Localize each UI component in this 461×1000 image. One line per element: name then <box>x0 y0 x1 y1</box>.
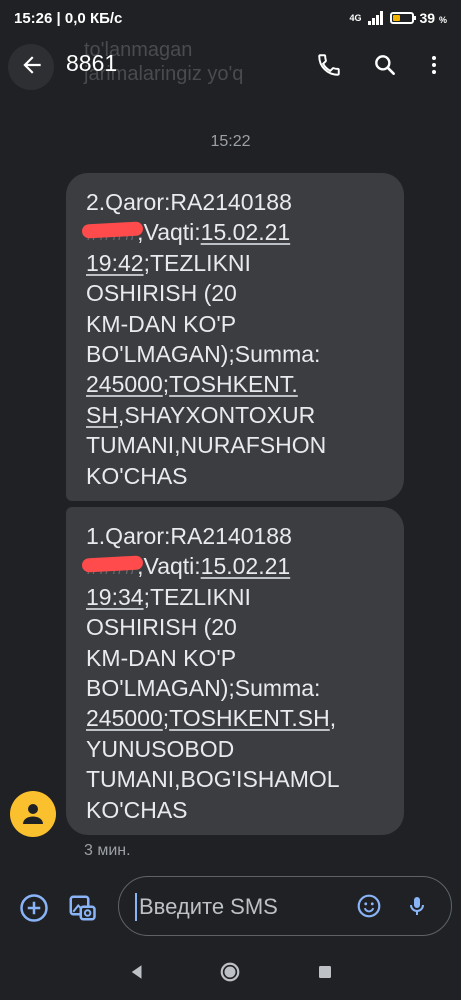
status-separator: | <box>56 9 65 27</box>
message-text: 2.Qaror:RA2140188 <box>86 189 292 215</box>
nav-back-button[interactable] <box>113 948 161 996</box>
sender-avatar[interactable] <box>10 791 56 837</box>
nav-back-icon <box>131 965 142 979</box>
redaction-mark: #### <box>86 551 137 581</box>
conversation-title: 8861 <box>66 50 118 76</box>
message-line: TUMANI,BOG'ISHAMOL <box>86 764 388 794</box>
message-line: KO'CHAS <box>86 461 388 491</box>
message-line: KM-DAN KO'P <box>86 309 388 339</box>
message-line: BO'LMAGAN);Summa: <box>86 339 388 369</box>
time-separator: 15:22 <box>210 133 251 150</box>
message-text: KM-DAN KO'P <box>86 644 237 671</box>
date-link[interactable]: 15.02.21 <box>201 553 291 579</box>
status-bar: 15:26 | 0,0 КБ/с 4G 39 % <box>0 0 461 36</box>
message-line: KO'CHAS <box>86 795 388 825</box>
message-line: ####;Vaqti:15.02.21 <box>86 551 388 581</box>
message-line: 245000;TOSHKENT. <box>86 369 388 399</box>
nav-home-icon <box>220 962 240 982</box>
message-text: 1.Qaror:RA2140188 <box>86 523 292 549</box>
message-line: TUMANI,NURAFSHON <box>86 430 388 460</box>
date-link[interactable]: 15.02.21 <box>201 219 291 245</box>
mic-icon <box>410 897 424 915</box>
battery-percent: 39 % <box>420 10 447 26</box>
message-text: ;Vaqti: <box>137 219 201 246</box>
system-nav-bar <box>0 944 461 1000</box>
phone-icon <box>318 54 340 76</box>
message-text: OSHIRISH (20 <box>86 280 237 307</box>
sms-input[interactable] <box>137 877 351 937</box>
amount-link[interactable]: 245000 <box>86 371 163 397</box>
message-line: 245000;TOSHKENT.SH, <box>86 703 388 733</box>
message-line: OSHIRISH (20 <box>86 612 388 642</box>
status-left: 15:26 | 0,0 КБ/с <box>14 10 122 27</box>
call-button[interactable] <box>305 41 353 89</box>
amount-link[interactable]: 245000 <box>86 705 163 731</box>
message-timestamp: 3 мин. <box>84 842 131 859</box>
status-speed: 0,0 КБ/с <box>64 9 123 27</box>
message-line: ####;Vaqti:15.02.21 <box>86 217 388 247</box>
address-link[interactable]: SH <box>86 402 118 428</box>
person-icon <box>23 804 43 824</box>
back-button[interactable] <box>8 41 56 89</box>
message-text: ;Vaqti: <box>137 553 201 580</box>
message-bubble[interactable]: 1.Qaror:RA2140188 ####;Vaqti:15.02.21 19… <box>66 507 404 835</box>
add-attachment-button[interactable] <box>10 884 58 932</box>
back-arrow-icon <box>23 56 41 74</box>
status-right: 4G 39 % <box>350 10 448 26</box>
message-line: 19:34;TEZLIKNI <box>86 582 388 612</box>
message-line: YUNUSOBOD <box>86 734 388 764</box>
message-text: OSHIRISH (20 <box>86 614 237 641</box>
message-line: 1.Qaror:RA2140188 <box>86 521 388 551</box>
battery-unit: % <box>438 15 447 25</box>
battery-icon <box>389 12 416 24</box>
battery-fill <box>392 15 400 21</box>
signal-icon <box>367 11 384 25</box>
gallery-button[interactable] <box>58 884 106 932</box>
add-circle-icon <box>20 894 48 922</box>
message-text: TUMANI,NURAFSHON <box>86 432 327 459</box>
message-bubble[interactable]: 2.Qaror:RA2140188 ####;Vaqti:15.02.21 19… <box>66 173 404 501</box>
message-text: ;TEZLIKNI <box>143 249 251 276</box>
message-line: KM-DAN KO'P <box>86 643 388 673</box>
message-text: , <box>329 705 337 732</box>
time-link[interactable]: 19:34 <box>86 584 144 610</box>
more-options-button[interactable] <box>410 41 458 89</box>
address-link[interactable]: TOSHKENT. <box>169 371 298 397</box>
nav-recent-button[interactable] <box>301 948 349 996</box>
status-time: 15:26 <box>14 9 53 27</box>
gallery-icon <box>69 895 96 921</box>
nav-recent-icon <box>319 966 331 978</box>
search-button[interactable] <box>361 41 409 89</box>
address-link[interactable]: TOSHKENT.SH <box>169 705 330 731</box>
message-line: OSHIRISH (20 <box>86 278 388 308</box>
redaction-mark: #### <box>86 217 137 247</box>
message-text: BO'LMAGAN);Summa: <box>86 341 321 368</box>
message-text: ,SHAYXONTOXUR <box>117 401 316 428</box>
emoji-button[interactable] <box>345 882 393 930</box>
message-text: KM-DAN KO'P <box>86 310 237 337</box>
message-text: BO'LMAGAN);Summa: <box>86 675 321 702</box>
message-text: YUNUSOBOD <box>86 735 235 762</box>
voice-input-button[interactable] <box>393 882 441 930</box>
message-line: SH,SHAYXONTOXUR <box>86 400 388 430</box>
network-label: 4G <box>349 13 362 23</box>
search-icon <box>375 55 395 75</box>
message-line: 19:42;TEZLIKNI <box>86 248 388 278</box>
message-line: BO'LMAGAN);Summa: <box>86 673 388 703</box>
message-text: ;TEZLIKNI <box>143 583 251 610</box>
emoji-icon <box>357 894 381 918</box>
sms-input-container[interactable] <box>118 876 452 937</box>
message-text: KO'CHAS <box>86 462 188 489</box>
message-line: 2.Qaror:RA2140188 <box>86 187 388 217</box>
app-bar: 8861 <box>0 36 461 94</box>
more-vert-icon <box>432 56 436 74</box>
battery-value: 39 <box>419 10 436 26</box>
compose-bar <box>0 876 461 940</box>
message-text: KO'CHAS <box>86 796 188 823</box>
time-link[interactable]: 19:42 <box>86 250 144 276</box>
nav-home-button[interactable] <box>206 948 254 996</box>
message-text: TUMANI,BOG'ISHAMOL <box>86 766 340 793</box>
